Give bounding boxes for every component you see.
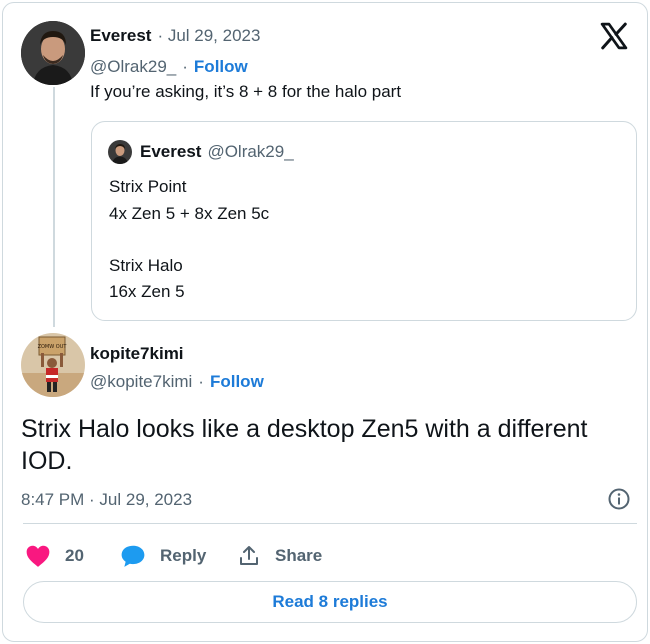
quoted-tweet[interactable]: Everest @Olrak29_ Strix Point 4x Zen 5 +…: [91, 121, 637, 321]
parent-tweet-date[interactable]: · Jul 29, 2023: [157, 26, 260, 46]
share-label: Share: [275, 546, 323, 565]
read-replies-button[interactable]: Read 8 replies: [23, 581, 637, 623]
follow-separator: ·: [182, 57, 188, 76]
heart-icon: [26, 545, 50, 567]
parent-author-handle[interactable]: @Olrak29_: [90, 57, 176, 77]
info-icon[interactable]: [607, 487, 631, 511]
divider: [23, 523, 637, 524]
follow-kopite7kimi-link[interactable]: Follow: [210, 372, 264, 392]
parent-tweet-text: If you’re asking, it’s 8 + 8 for the hal…: [90, 82, 402, 101]
avatar-sign-text: ZOMW OUT: [38, 344, 68, 350]
x-logo-icon[interactable]: [599, 21, 629, 51]
follow-separator: ·: [198, 372, 204, 391]
share-button[interactable]: Share: [237, 541, 322, 571]
quote-author-name: Everest: [140, 142, 202, 161]
main-handle-row: @kopite7kimi · Follow: [90, 371, 264, 393]
reply-button[interactable]: Reply: [120, 541, 206, 571]
main-tweet-text: Strix Halo looks like a desktop Zen5 wit…: [21, 413, 631, 477]
quote-author-handle: @Olrak29_: [207, 142, 294, 161]
thread-connector-line: [53, 87, 55, 327]
share-icon: [240, 546, 258, 565]
parent-handle-row: @Olrak29_ · Follow: [90, 56, 248, 78]
avatar-everest[interactable]: [21, 21, 85, 85]
quote-line: Strix Halo: [109, 256, 183, 275]
quote-line: 4x Zen 5 + 8x Zen 5c: [109, 204, 270, 223]
reply-bubble-icon: [121, 545, 145, 567]
parent-author-row: Everest · Jul 29, 2023: [90, 25, 260, 47]
main-tweet-text-line: IOD.: [21, 447, 73, 475]
read-replies-label: Read 8 replies: [272, 592, 388, 611]
tweet-card: Everest · Jul 29, 2023 @Olrak29_ · Follo…: [2, 2, 648, 642]
reply-label: Reply: [160, 546, 207, 565]
tweet-timestamp[interactable]: 8:47 PM · Jul 29, 2023: [21, 490, 192, 510]
like-button[interactable]: 20: [25, 541, 84, 571]
main-author-name[interactable]: kopite7kimi: [90, 344, 184, 364]
quote-author-row: Everest @Olrak29_: [140, 142, 294, 162]
main-tweet-text-line: Strix Halo looks like a desktop Zen5 wit…: [21, 415, 588, 443]
quote-avatar: [108, 140, 132, 164]
parent-author-name[interactable]: Everest: [90, 26, 151, 46]
avatar-kopite7kimi[interactable]: ZOMW OUT: [21, 333, 85, 397]
like-count: 20: [65, 546, 84, 565]
main-author-handle[interactable]: @kopite7kimi: [90, 372, 192, 392]
follow-everest-link[interactable]: Follow: [194, 57, 248, 77]
quote-line: 16x Zen 5: [109, 282, 185, 301]
quote-line: Strix Point: [109, 177, 187, 196]
